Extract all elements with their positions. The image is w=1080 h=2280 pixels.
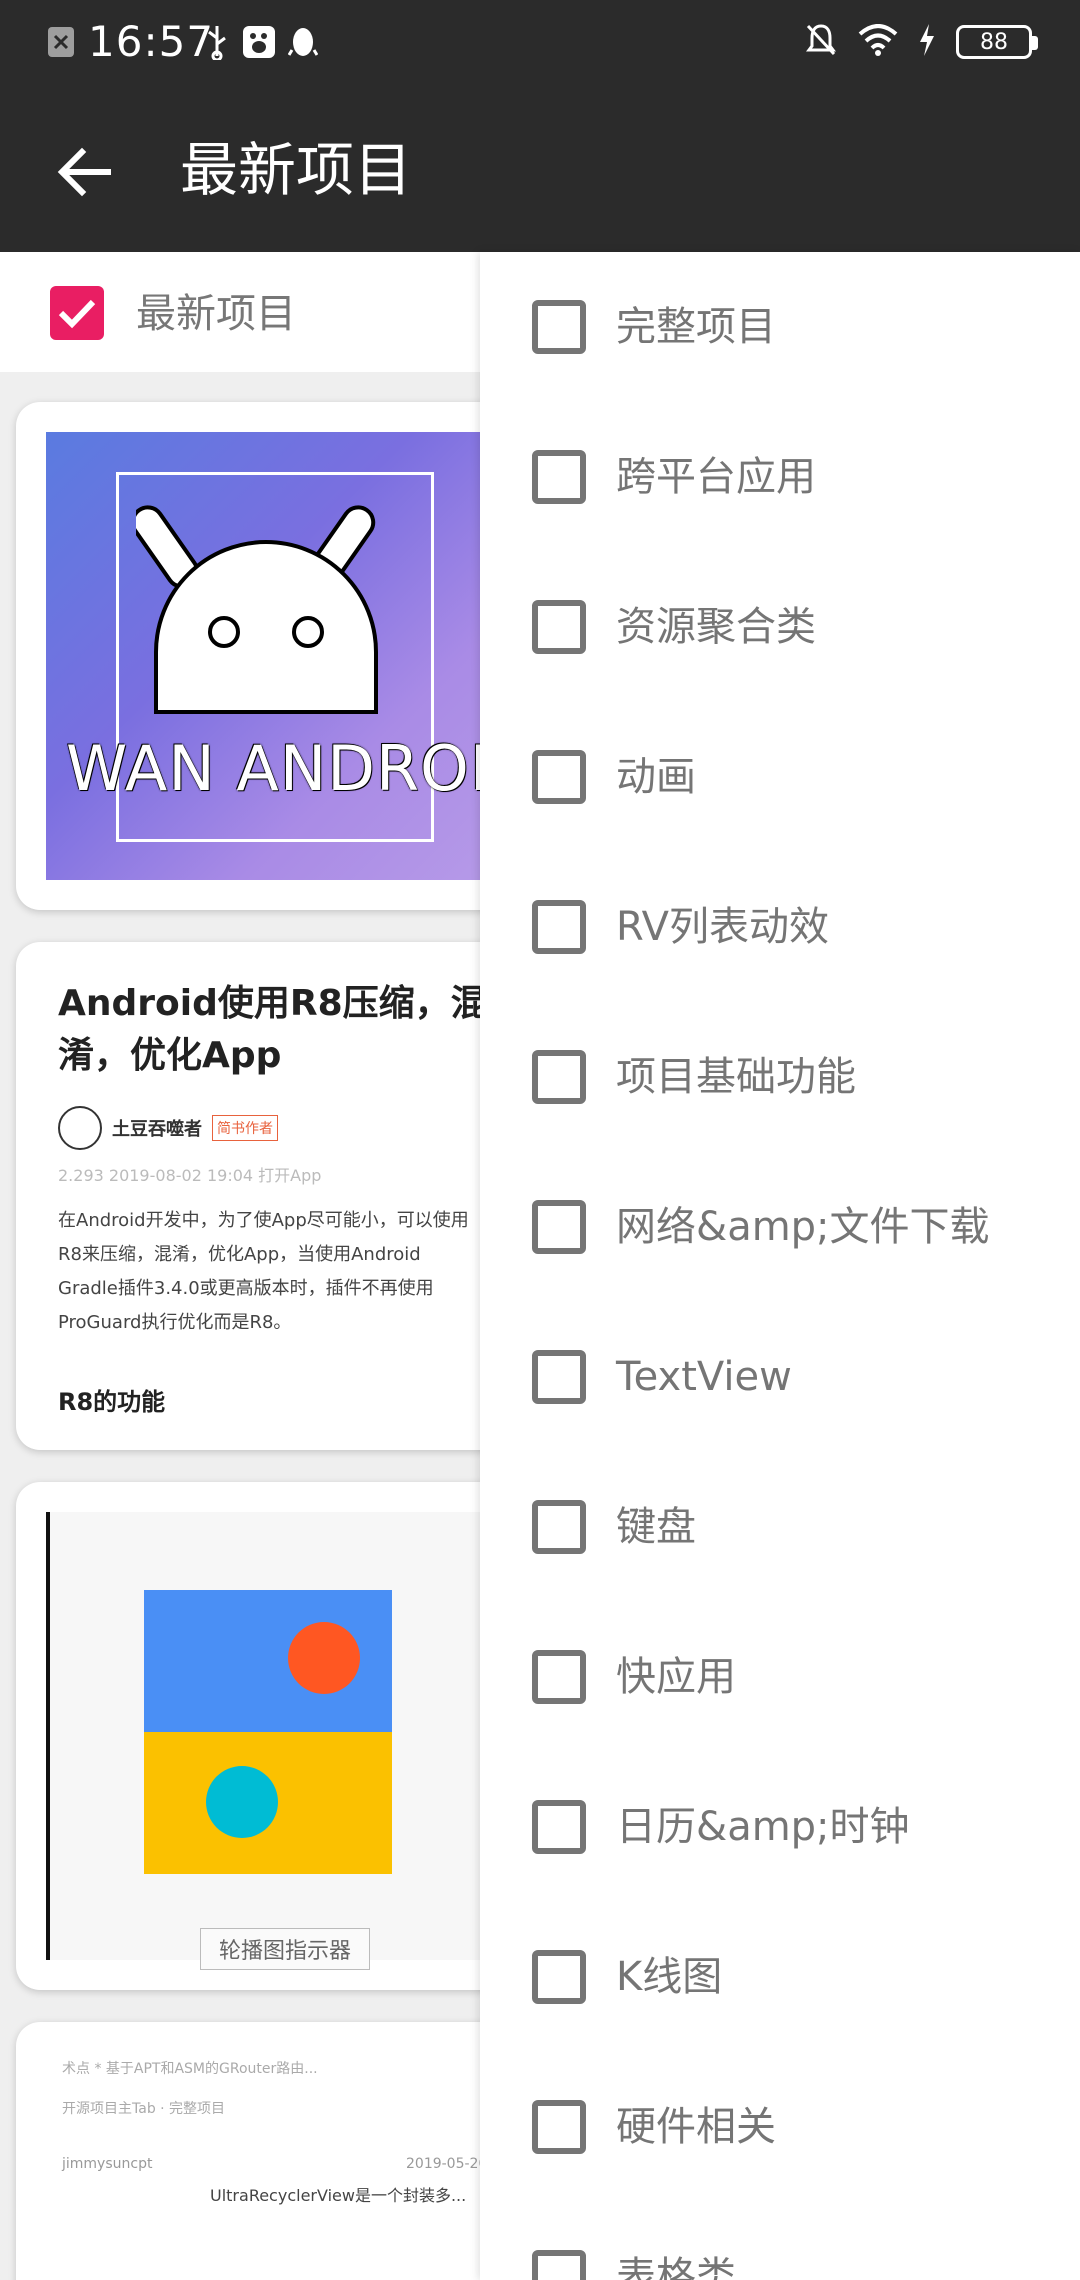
usb-icon — [200, 22, 234, 62]
checkbox[interactable] — [532, 1950, 586, 2004]
drawer-item[interactable]: 网络&amp;文件下载 — [480, 1152, 1080, 1302]
drawer-item[interactable]: 跨平台应用 — [480, 402, 1080, 552]
drawer-item[interactable]: 完整项目 — [480, 252, 1080, 402]
drawer-item-label: 键盘 — [616, 1504, 696, 1550]
drawer-item[interactable]: TextView — [480, 1302, 1080, 1452]
drawer-item[interactable]: 资源聚合类 — [480, 552, 1080, 702]
mini-title: UltraRecyclerView是一个封装多... — [210, 2186, 467, 2205]
drawer-item-label: 资源聚合类 — [616, 604, 816, 650]
drawer-item[interactable]: 项目基础功能 — [480, 1002, 1080, 1152]
drawer-item[interactable]: 动画 — [480, 702, 1080, 852]
checkbox[interactable] — [532, 750, 586, 804]
qq-penguin-icon — [286, 22, 320, 62]
checkbox[interactable] — [532, 1500, 586, 1554]
arrow-left-icon — [57, 147, 111, 197]
category-drawer: 完整项目 跨平台应用 资源聚合类 动画 RV列表动效 项目基础功能 网络&amp… — [480, 252, 1080, 2280]
android-robot-icon — [136, 505, 378, 714]
drawer-item-label: 网络&amp;文件下载 — [616, 1204, 990, 1250]
drawer-item-label: 项目基础功能 — [616, 1054, 856, 1100]
filter-strip: 最新项目 — [0, 252, 480, 372]
charging-bolt-icon — [918, 23, 936, 61]
drawer-item-label: TextView — [616, 1354, 792, 1400]
orange-dot — [288, 1622, 360, 1694]
close-box-icon — [44, 22, 78, 62]
drawer-item-label: 跨平台应用 — [616, 454, 816, 500]
mute-bell-icon — [804, 22, 838, 62]
article-body: 在Android开发中，为了使App尽可能小，可以使用R8来压缩，混淆，优化Ap… — [58, 1210, 469, 1333]
project-thumbnail: WAN ANDROID — [46, 432, 516, 880]
checkbox[interactable] — [532, 1050, 586, 1104]
checkbox[interactable] — [532, 300, 586, 354]
drawer-item-label: 日历&amp;时钟 — [616, 1804, 910, 1850]
project-card[interactable]: 轮播图指示器 — [16, 1482, 536, 1990]
drawer-item-label: RV列表动效 — [616, 904, 829, 950]
cyan-dot — [206, 1766, 278, 1838]
battery-level: 88 — [980, 29, 1008, 55]
drawer-item[interactable]: 表格类 — [480, 2202, 1080, 2280]
filter-label: 最新项目 — [136, 291, 296, 337]
checkbox[interactable] — [532, 1350, 586, 1404]
back-button[interactable] — [52, 140, 116, 204]
app-bar: 最新项目 — [0, 84, 1080, 252]
checkbox[interactable] — [532, 600, 586, 654]
mini-date: 2019-05-20 — [406, 2156, 488, 2172]
project-card[interactable]: WAN ANDROID — [16, 402, 536, 910]
check-icon — [58, 299, 96, 329]
drawer-item-label: K线图 — [616, 1954, 723, 2000]
status-bar: 16:57 88 — [0, 0, 1080, 84]
author-badge: 简书作者 — [212, 1115, 278, 1141]
status-time: 16:57 — [88, 17, 215, 66]
mini-top-text: 术点 * 基于APT和ASM的GRouter路由... — [62, 2061, 318, 2077]
drawer-item[interactable]: 快应用 — [480, 1602, 1080, 1752]
baidu-paw-icon — [242, 22, 276, 62]
battery-icon: 88 — [956, 25, 1038, 59]
drawer-item-label: 动画 — [616, 754, 696, 800]
article-title: Android使用R8压缩，混淆，优化App — [58, 983, 487, 1076]
wan-android-logo-text: WAN ANDROID — [66, 732, 516, 805]
article-meta: 2.293 2019-08-02 19:04 打开App — [58, 1166, 322, 1185]
drawer-item-label: 完整项目 — [616, 304, 776, 350]
drawer-item-label: 表格类 — [616, 2254, 736, 2280]
checkbox[interactable] — [532, 1800, 586, 1854]
wifi-icon — [858, 24, 898, 60]
checkbox[interactable] — [532, 1200, 586, 1254]
drawer-item[interactable]: K线图 — [480, 1902, 1080, 2052]
article-subheading: R8的功能 — [58, 1388, 166, 1416]
checkbox[interactable] — [532, 450, 586, 504]
author-row: 土豆吞噬者 简书作者 — [58, 1106, 278, 1150]
page-title: 最新项目 — [180, 136, 413, 204]
drawer-item[interactable]: 硬件相关 — [480, 2052, 1080, 2202]
avatar — [58, 1106, 102, 1150]
screen: 16:57 88 最新项目 最新项目 WAN ANDROID Android使用… — [0, 0, 1080, 2280]
checkbox[interactable] — [532, 1650, 586, 1704]
drawer-item-label: 硬件相关 — [616, 2104, 776, 2150]
drawer-item-label: 快应用 — [616, 1654, 736, 1700]
drawer-item[interactable]: RV列表动效 — [480, 852, 1080, 1002]
project-card[interactable]: 术点 * 基于APT和ASM的GRouter路由... 开源项目主Tab · 完… — [16, 2022, 536, 2280]
drawer-item[interactable]: 日历&amp;时钟 — [480, 1752, 1080, 1902]
mini-tab-text: 开源项目主Tab · 完整项目 — [62, 2101, 226, 2117]
banner-thumbnail: 轮播图指示器 — [46, 1512, 516, 1970]
banner-indicator-label: 轮播图指示器 — [200, 1928, 371, 1970]
checkbox[interactable] — [532, 2100, 586, 2154]
mini-user: jimmysuncpt — [62, 2156, 153, 2172]
filter-checkbox[interactable] — [50, 286, 104, 340]
checkbox[interactable] — [532, 2250, 586, 2280]
drawer-item[interactable]: 键盘 — [480, 1452, 1080, 1602]
status-right-group: 88 — [804, 22, 1038, 62]
author-name: 土豆吞噬者 — [112, 1119, 202, 1140]
project-card[interactable]: Android使用R8压缩，混淆，优化App 土豆吞噬者 简书作者 2.293 … — [16, 942, 536, 1450]
checkbox[interactable] — [532, 900, 586, 954]
